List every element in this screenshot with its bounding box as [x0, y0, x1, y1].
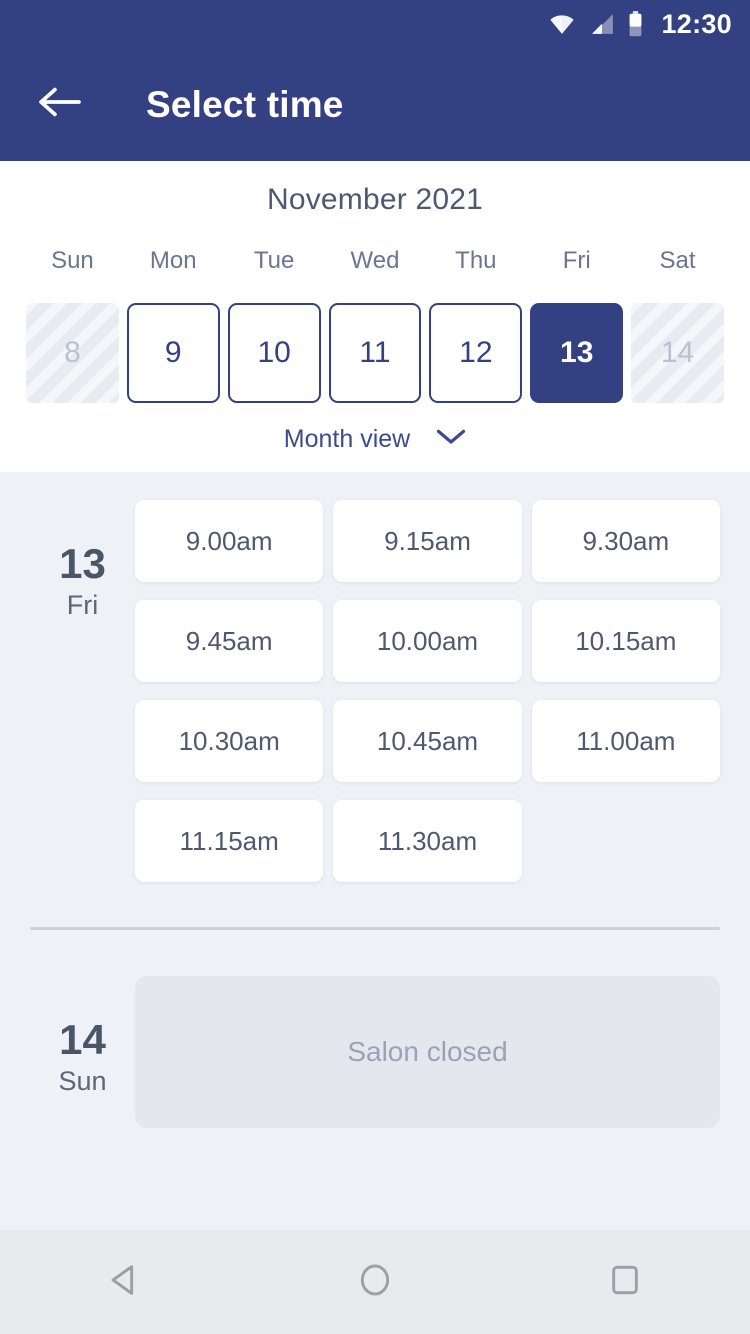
dow-label-sun: Sun — [51, 247, 94, 274]
schedule-date-label-13: 13 Fri — [30, 500, 135, 882]
wifi-icon — [548, 13, 576, 35]
time-slot[interactable]: 9.30am — [531, 500, 720, 582]
arrow-left-icon — [38, 86, 82, 123]
schedule-date-number: 14 — [59, 1016, 106, 1063]
dow-label-thu: Thu — [455, 247, 497, 274]
schedule-date-dow: Fri — [66, 590, 99, 621]
day-cell-8: 8 — [26, 303, 119, 403]
day-cell-10[interactable]: 10 — [227, 303, 321, 403]
time-slot[interactable]: 11.00am — [531, 700, 720, 782]
month-view-label: Month view — [283, 425, 411, 453]
chevron-down-icon — [436, 428, 466, 451]
month-view-toggle[interactable]: Month view — [0, 425, 750, 454]
day-cell-12[interactable]: 12 — [429, 303, 523, 403]
square-recents-icon — [605, 1260, 645, 1305]
schedule-day-14: 14 Sun Salon closed — [0, 976, 750, 1128]
dow-label-sat: Sat — [659, 247, 696, 274]
recents-nav-button[interactable] — [570, 1230, 680, 1334]
cellular-signal-icon — [590, 13, 614, 35]
time-slot[interactable]: 9.15am — [333, 500, 522, 582]
status-bar-clock: 12:30 — [661, 8, 732, 39]
dow-label-tue: Tue — [253, 247, 295, 274]
schedule-date-number: 13 — [59, 540, 106, 587]
week-strip: 8 9 10 11 12 13 14 — [0, 303, 750, 403]
salon-closed-banner: Salon closed — [135, 976, 720, 1128]
phone-screen: 12:30 Select time November 2021 Sun Mon … — [0, 0, 750, 1334]
time-slot[interactable]: 10.00am — [333, 600, 522, 682]
time-slot[interactable]: 11.30am — [333, 800, 522, 882]
back-button[interactable] — [34, 79, 86, 131]
day-cell-9[interactable]: 9 — [126, 303, 220, 403]
day-cell-11[interactable]: 11 — [328, 303, 422, 403]
time-slot-grid: 9.00am 9.15am 9.30am 9.45am 10.00am 10.1… — [135, 500, 720, 882]
schedule-list: 13 Fri 9.00am 9.15am 9.30am 9.45am 10.00… — [0, 472, 750, 1128]
schedule-divider — [30, 927, 720, 930]
schedule-day-13: 13 Fri 9.00am 9.15am 9.30am 9.45am 10.00… — [0, 500, 750, 882]
time-slot[interactable]: 11.15am — [135, 800, 324, 882]
schedule-date-dow: Sun — [58, 1066, 107, 1097]
dow-label-fri: Fri — [562, 247, 591, 274]
calendar-month-title: November 2021 — [266, 183, 484, 216]
day-of-week-header: Sun Mon Tue Wed Thu Fri Sat — [0, 247, 750, 275]
status-bar: 12:30 — [0, 0, 750, 48]
calendar-card: November 2021 Sun Mon Tue Wed Thu Fri Sa… — [0, 161, 750, 472]
dow-label-mon: Mon — [149, 247, 197, 274]
page-title: Select time — [146, 83, 344, 125]
dow-label-wed: Wed — [350, 247, 400, 274]
android-nav-bar — [0, 1230, 750, 1334]
time-slot-empty — [532, 800, 720, 882]
time-slot[interactable]: 9.00am — [135, 500, 324, 582]
triangle-back-icon — [105, 1260, 145, 1305]
time-slot[interactable]: 10.45am — [333, 700, 522, 782]
home-nav-button[interactable] — [320, 1230, 430, 1334]
day-cell-13-selected[interactable]: 13 — [530, 303, 624, 403]
time-slot[interactable]: 10.30am — [135, 700, 324, 782]
time-slot[interactable]: 9.45am — [135, 600, 324, 682]
circle-home-icon — [355, 1260, 395, 1305]
app-bar: Select time — [0, 48, 750, 161]
schedule-date-label-14: 14 Sun — [30, 976, 135, 1128]
back-nav-button[interactable] — [70, 1230, 180, 1334]
time-slot[interactable]: 10.15am — [531, 600, 720, 682]
day-cell-14: 14 — [631, 303, 724, 403]
battery-icon — [628, 11, 643, 37]
